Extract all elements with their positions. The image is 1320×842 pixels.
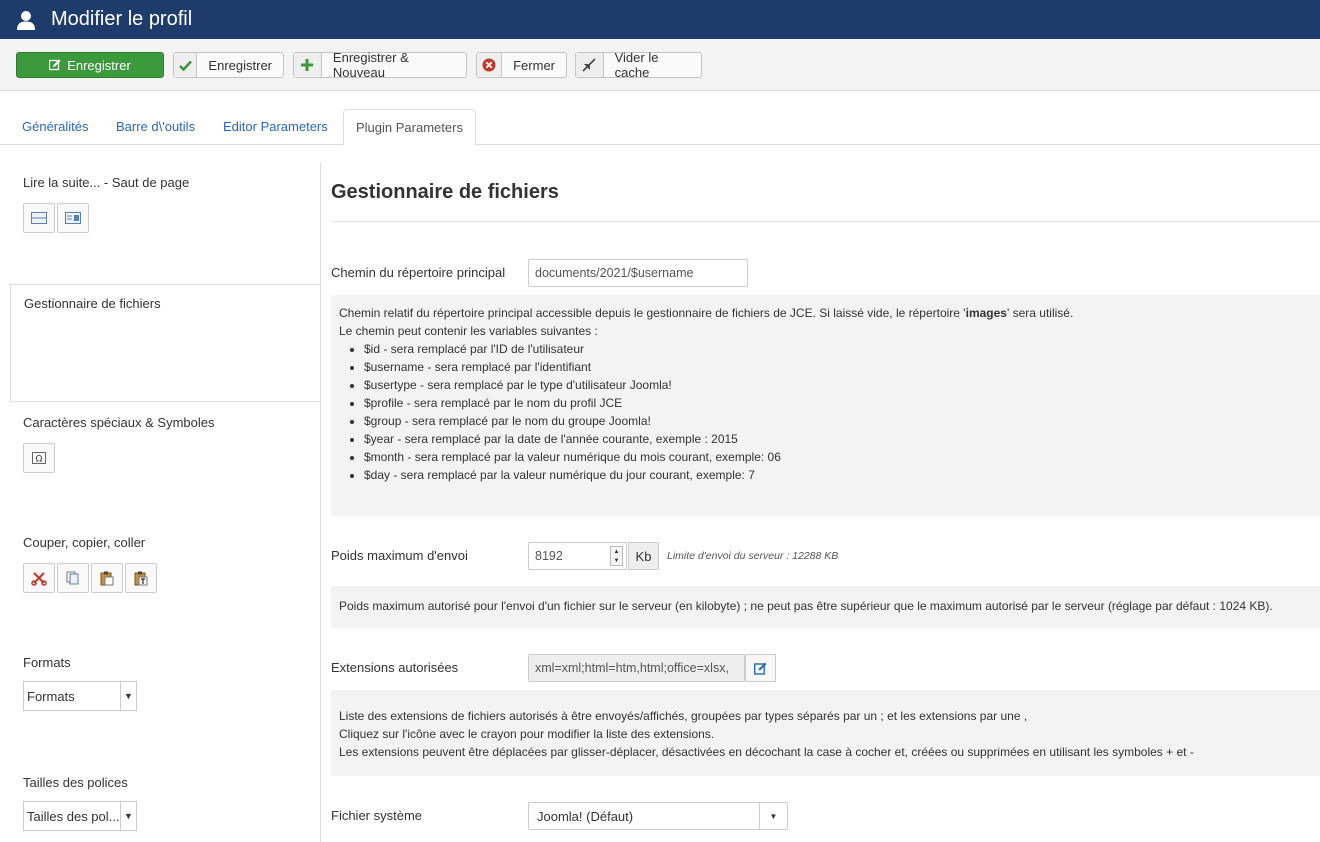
page-header: Modifier le profil xyxy=(0,0,1320,39)
plugin-sidebar: Lire la suite... - Saut de page Gestionn… xyxy=(10,163,320,842)
ext-desc-line-3: Les extensions peuvent être déplacées pa… xyxy=(339,745,1194,759)
sidebar-item-fontsizes[interactable]: Tailles des polices Tailles des pol... ▼ xyxy=(10,763,320,842)
paste-text-icon[interactable] xyxy=(125,563,157,593)
title-divider xyxy=(331,221,1320,222)
list-item: $username - sera remplacé par l'identifi… xyxy=(364,358,1312,376)
ext-desc-line-2: Cliquez sur l'icône avec le crayon pour … xyxy=(339,727,715,741)
chevron-down-icon: ▼ xyxy=(120,802,136,830)
sidebar-item-label: Tailles des polices xyxy=(23,775,128,790)
close-button[interactable]: Fermer xyxy=(476,52,567,78)
sidebar-item-label: Caractères spéciaux & Symboles xyxy=(23,415,215,430)
list-item: $day - sera remplacé par la valeur numér… xyxy=(364,466,1312,484)
pagebreak-icon[interactable] xyxy=(23,203,55,233)
copy-icon[interactable] xyxy=(57,563,89,593)
edit-extensions-button[interactable] xyxy=(745,654,776,682)
omega-icon[interactable]: Ω xyxy=(23,443,55,473)
filemanager-panel: Gestionnaire de fichiers Chemin du réper… xyxy=(331,163,1320,842)
edit-icon xyxy=(754,662,767,675)
save-new-label: Enregistrer & Nouveau xyxy=(332,50,409,80)
paste-icon[interactable] xyxy=(91,563,123,593)
formats-select[interactable]: Formats ▼ xyxy=(23,681,137,711)
tab-barre-outils[interactable]: Barre d\'outils xyxy=(104,109,207,145)
broom-icon xyxy=(576,53,604,77)
sidebar-item-readmore[interactable]: Lire la suite... - Saut de page xyxy=(10,163,320,283)
unit-addon: Kb xyxy=(628,542,659,570)
ext-label: Extensions autorisées xyxy=(331,660,459,675)
dir-desc-line-1: Chemin relatif du répertoire principal a… xyxy=(339,306,1074,320)
filesystem-label: Fichier système xyxy=(331,808,423,823)
fontsizes-select-value: Tailles des pol... xyxy=(27,808,120,824)
filesystem-select[interactable]: Joomla! (Défaut) ▼ xyxy=(528,802,788,830)
number-stepper[interactable]: ▲ ▼ xyxy=(610,546,623,566)
save-primary-button[interactable]: Enregistrer xyxy=(16,52,164,78)
save-primary-label: Enregistrer xyxy=(67,57,131,73)
chevron-down-icon: ▼ xyxy=(759,803,787,829)
list-item: $month - sera remplacé par la valeur num… xyxy=(364,448,1312,466)
dir-desc-line-2: Le chemin peut contenir les variables su… xyxy=(339,324,598,338)
readmore-icon[interactable] xyxy=(57,203,89,233)
sidebar-item-filemanager[interactable]: Gestionnaire de fichiers xyxy=(10,284,320,402)
formats-select-value: Formats xyxy=(27,688,75,704)
section-title: Gestionnaire de fichiers xyxy=(331,181,559,203)
save-label: Enregistrer xyxy=(208,57,272,73)
tab-bar: Généralités Barre d\'outils Editor Param… xyxy=(0,109,1320,146)
ext-desc-line-1: Liste des extensions de fichiers autoris… xyxy=(339,709,1028,723)
variables-list: $id - sera remplacé par l'ID de l'utilis… xyxy=(364,340,1312,484)
ext-description: Liste des extensions de fichiers autoris… xyxy=(331,690,1320,776)
toolbar: Enregistrer Enregistrer Enregistrer & No… xyxy=(0,39,1320,91)
save-new-button[interactable]: Enregistrer & Nouveau xyxy=(293,50,467,80)
chevron-down-icon: ▼ xyxy=(120,682,136,710)
svg-text:Ω: Ω xyxy=(36,455,43,465)
sidebar-item-label: Couper, copier, coller xyxy=(23,535,146,550)
list-item: $year - sera remplacé par la date de l'a… xyxy=(364,430,1312,448)
clear-cache-label: Vider le cache xyxy=(614,50,659,80)
upload-description: Poids maximum autorisé pour l'envoi d'un… xyxy=(331,586,1320,628)
sidebar-item-clipboard[interactable]: Couper, copier, coller xyxy=(10,523,320,643)
plus-icon xyxy=(294,53,322,77)
sidebar-item-label: Formats xyxy=(23,655,71,670)
server-limit-note: Limite d'envoi du serveur : 12288 KB xyxy=(667,550,839,562)
fontsizes-select[interactable]: Tailles des pol... ▼ xyxy=(23,801,137,831)
upload-label: Poids maximum d'envoi xyxy=(331,548,468,563)
save-button[interactable]: Enregistrer xyxy=(173,52,284,78)
cut-icon[interactable] xyxy=(23,563,55,593)
page-title: Modifier le profil xyxy=(51,8,193,30)
dir-input-value: documents/2021/$username xyxy=(535,266,694,280)
list-item: $profile - sera remplacé par le nom du p… xyxy=(364,394,1312,412)
ext-input-value: xml=xml;html=htm,html;office=xlsx, xyxy=(535,661,729,675)
tab-plugin-parameters[interactable]: Plugin Parameters xyxy=(343,109,476,146)
filesystem-select-value: Joomla! (Défaut) xyxy=(537,808,634,824)
tab-generalites[interactable]: Généralités xyxy=(10,109,100,145)
user-icon xyxy=(17,10,35,30)
ext-input[interactable]: xml=xml;html=htm,html;office=xlsx, xyxy=(528,654,745,682)
sidebar-item-formats[interactable]: Formats Formats ▼ xyxy=(10,643,320,763)
sidebar-divider xyxy=(320,163,321,842)
tab-editor-parameters[interactable]: Editor Parameters xyxy=(211,109,340,145)
stepper-down-icon[interactable]: ▼ xyxy=(614,558,620,564)
list-item: $group - sera remplacé par le nom du gro… xyxy=(364,412,1312,430)
clear-cache-button[interactable]: Vider le cache xyxy=(575,50,702,80)
edit-icon xyxy=(49,59,61,71)
list-item: $usertype - sera remplacé par le type d'… xyxy=(364,376,1312,394)
close-label: Fermer xyxy=(513,57,555,73)
close-circle-icon xyxy=(477,53,503,77)
dir-description: Chemin relatif du répertoire principal a… xyxy=(331,295,1320,516)
list-item: $id - sera remplacé par l'ID de l'utilis… xyxy=(364,340,1312,358)
stepper-up-icon[interactable]: ▲ xyxy=(614,549,620,555)
sidebar-item-charmap[interactable]: Caractères spéciaux & Symboles Ω xyxy=(10,403,320,523)
sidebar-item-label: Gestionnaire de fichiers xyxy=(24,296,161,311)
check-icon xyxy=(174,53,198,77)
dir-input[interactable]: documents/2021/$username xyxy=(528,259,748,287)
dir-label: Chemin du répertoire principal xyxy=(331,265,506,280)
upload-size-value: 8192 xyxy=(535,549,563,563)
sidebar-item-label: Lire la suite... - Saut de page xyxy=(23,175,190,190)
